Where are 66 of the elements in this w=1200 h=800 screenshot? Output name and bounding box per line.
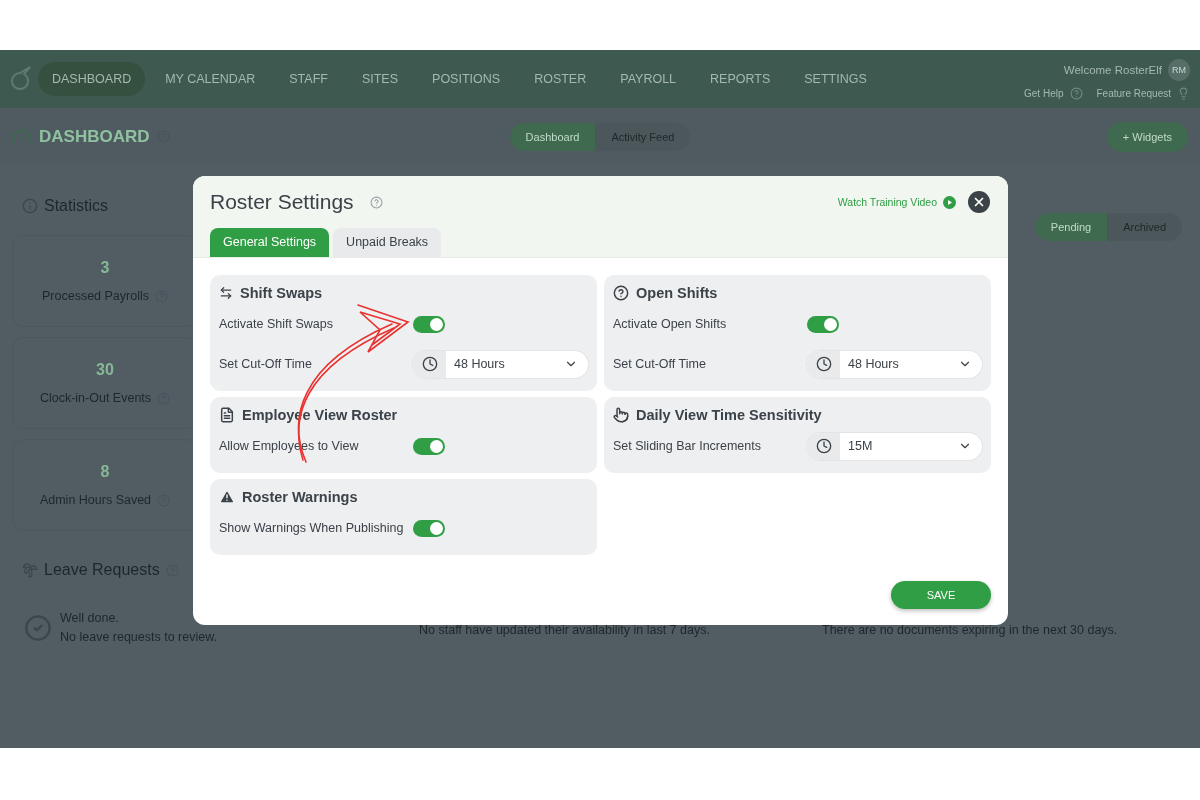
section-title: Statistics: [44, 197, 108, 215]
warning-icon: [219, 489, 235, 505]
stat-value: 8: [100, 463, 110, 481]
welcome-text: Welcome RosterElf: [1063, 63, 1162, 76]
clock-icon: [421, 356, 438, 372]
play-icon: [943, 195, 956, 209]
clock-icon: [815, 438, 832, 454]
pointer-hand-icon: [613, 407, 629, 423]
help-link[interactable]: Get Help: [1024, 87, 1064, 99]
feature-request-link[interactable]: Feature Request: [1096, 87, 1171, 99]
dialog-title: Roster Settings: [210, 190, 354, 214]
card-title: Open Shifts: [636, 285, 718, 301]
toggle-switch[interactable]: [807, 315, 839, 333]
swap-arrows-icon: [219, 286, 233, 300]
toggle-switch[interactable]: [413, 519, 445, 537]
toggle-switch[interactable]: [413, 315, 445, 333]
stat-value: 30: [96, 361, 114, 379]
nav-item[interactable]: SITES: [347, 62, 413, 96]
help-icon: [1069, 86, 1083, 100]
check-circle-icon: [24, 613, 52, 642]
setting-label: Activate Shift Swaps: [219, 315, 334, 333]
settings-tab[interactable]: Unpaid Breaks: [333, 228, 442, 257]
dropdown-select[interactable]: 48 Hours: [807, 350, 982, 378]
stat-label: Clock-in-Out Events: [39, 391, 152, 405]
nav-item[interactable]: POSITIONS: [418, 62, 515, 96]
document-icon: [219, 407, 235, 423]
nav-item[interactable]: DASHBOARD: [38, 62, 146, 96]
leave-message: Well done. No leave requests to review.: [60, 610, 218, 646]
dropdown-select[interactable]: 48 Hours: [413, 350, 588, 378]
setting-label: Set Sliding Bar Increments: [613, 437, 762, 455]
nav-item[interactable]: MY CALENDAR: [151, 62, 270, 96]
logo-icon: [8, 65, 32, 93]
close-button[interactable]: [968, 191, 990, 213]
nav-item[interactable]: PAYROLL: [606, 62, 691, 96]
status-tab[interactable]: Pending: [1034, 213, 1108, 241]
stat-label: Admin Hours Saved: [39, 493, 152, 507]
palm-tree-icon: [22, 562, 38, 578]
view-tab[interactable]: Dashboard: [509, 122, 596, 151]
nav-item[interactable]: REPORTS: [696, 62, 785, 96]
nav-item[interactable]: ROSTER: [520, 62, 601, 96]
training-video-link[interactable]: Watch Training Video: [837, 196, 937, 208]
help-icon: [369, 195, 383, 209]
card-title: Daily View Time Sensitivity: [636, 407, 822, 423]
clock-icon: [815, 356, 832, 372]
setting-label: Activate Open Shifts: [613, 315, 728, 333]
setting-label: Set Cut-Off Time: [613, 355, 707, 373]
info-icon: [22, 198, 38, 214]
setting-label: Show Warnings When Publishing: [219, 519, 405, 537]
stat-value: 3: [100, 259, 110, 277]
section-title: Leave Requests: [44, 561, 160, 579]
help-icon: [613, 285, 629, 301]
nav-item[interactable]: SETTINGS: [790, 62, 881, 96]
setting-label: Set Cut-Off Time: [219, 355, 313, 373]
user-avatar[interactable]: RM: [1168, 58, 1190, 81]
nav-item[interactable]: STAFF: [275, 62, 342, 96]
toggle-switch[interactable]: [413, 437, 445, 455]
card-title: Roster Warnings: [242, 489, 358, 505]
card-title: Shift Swaps: [240, 285, 323, 301]
page-title: DASHBOARD: [39, 126, 150, 147]
lightbulb-icon: [1177, 86, 1190, 100]
dropdown-select[interactable]: 15M: [807, 432, 982, 460]
close-icon: [972, 195, 986, 209]
add-widgets-button[interactable]: + Widgets: [1106, 121, 1188, 152]
settings-tab[interactable]: General Settings: [210, 228, 330, 257]
stat-label: Processed Payrolls: [42, 289, 149, 303]
save-button[interactable]: SAVE: [891, 581, 991, 609]
